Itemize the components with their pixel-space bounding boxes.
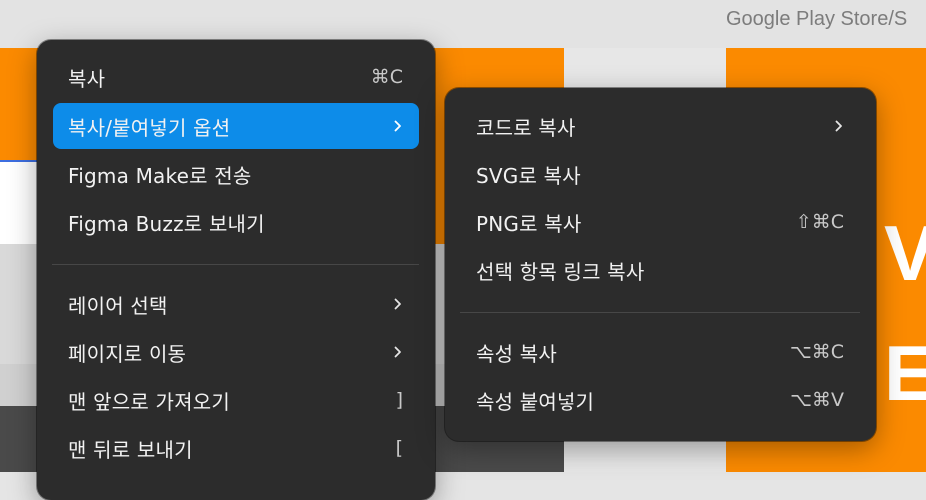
- chevron-right-icon: [393, 119, 403, 133]
- canvas-big-letter: V: [884, 209, 926, 297]
- chevron-right-icon: [834, 119, 844, 133]
- menu-item-label: 선택 항목 링크 복사: [476, 259, 645, 284]
- canvas-white-card: [0, 160, 40, 246]
- shortcut-label: ]: [395, 389, 403, 411]
- menu-item-label: 맨 앞으로 가져오기: [68, 389, 230, 414]
- menu-item-select-layer[interactable]: 레이어 선택: [53, 281, 419, 327]
- shortcut-label: ⌥⌘C: [789, 341, 844, 363]
- menu-separator: [460, 312, 860, 313]
- menu-item-label: Figma Buzz로 보내기: [68, 211, 265, 236]
- menu-item-bring-to-front[interactable]: 맨 앞으로 가져오기 ]: [53, 377, 419, 423]
- menu-item-label: 코드로 복사: [476, 115, 576, 140]
- submenu-item-paste-properties[interactable]: 속성 붙여넣기 ⌥⌘V: [461, 377, 860, 423]
- chevron-right-icon: [393, 297, 403, 311]
- menu-item-label: 복사: [68, 66, 106, 91]
- menu-item-label: 복사/붙여넣기 옵션: [68, 115, 231, 140]
- submenu-item-copy-properties[interactable]: 속성 복사 ⌥⌘C: [461, 329, 860, 375]
- menu-item-label: 속성 붙여넣기: [476, 389, 595, 414]
- menu-item-label: SVG로 복사: [476, 163, 581, 188]
- context-menu: 복사 ⌘C 복사/붙여넣기 옵션 Figma Make로 전송 Figma Bu…: [37, 40, 435, 500]
- frame-title-label: Google Play Store/S: [726, 8, 908, 30]
- submenu-item-copy-as-code[interactable]: 코드로 복사: [461, 103, 860, 149]
- shortcut-label: [: [395, 437, 403, 459]
- menu-item-label: 맨 뒤로 보내기: [68, 437, 193, 462]
- menu-item-send-to-make[interactable]: Figma Make로 전송: [53, 151, 419, 197]
- submenu-item-copy-link[interactable]: 선택 항목 링크 복사: [461, 247, 860, 293]
- menu-item-label: 속성 복사: [476, 341, 557, 366]
- copy-paste-submenu: 코드로 복사 SVG로 복사 PNG로 복사 ⇧⌘C 선택 항목 링크 복사 속…: [445, 88, 876, 441]
- chevron-right-icon: [393, 345, 403, 359]
- canvas-big-letter: E: [884, 329, 926, 417]
- menu-item-label: 레이어 선택: [68, 293, 168, 318]
- menu-item-copy-paste-options[interactable]: 복사/붙여넣기 옵션: [53, 103, 419, 149]
- menu-item-label: PNG로 복사: [476, 211, 582, 236]
- menu-item-label: 페이지로 이동: [68, 341, 187, 366]
- menu-item-send-to-buzz[interactable]: Figma Buzz로 보내기: [53, 199, 419, 245]
- shortcut-label: ⌘C: [370, 66, 403, 88]
- submenu-item-copy-as-png[interactable]: PNG로 복사 ⇧⌘C: [461, 199, 860, 245]
- menu-item-send-to-back[interactable]: 맨 뒤로 보내기 [: [53, 425, 419, 471]
- shortcut-label: ⇧⌘C: [795, 211, 844, 233]
- shortcut-label: ⌥⌘V: [790, 389, 844, 411]
- submenu-item-copy-as-svg[interactable]: SVG로 복사: [461, 151, 860, 197]
- menu-separator: [52, 264, 419, 265]
- menu-item-move-to-page[interactable]: 페이지로 이동: [53, 329, 419, 375]
- menu-item-copy[interactable]: 복사 ⌘C: [53, 54, 419, 100]
- menu-item-label: Figma Make로 전송: [68, 163, 252, 188]
